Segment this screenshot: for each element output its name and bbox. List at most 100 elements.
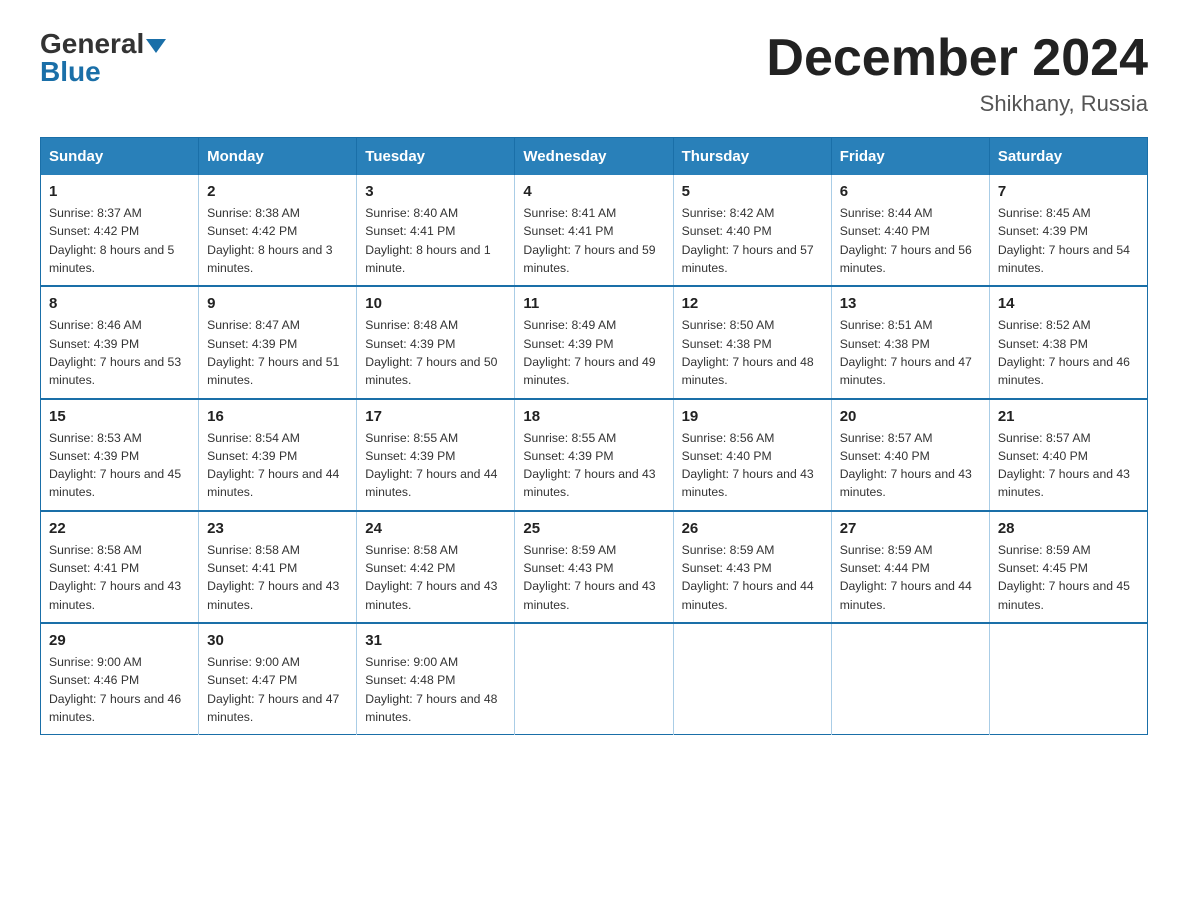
logo-triangle-icon — [146, 39, 166, 53]
table-row: 20 Sunrise: 8:57 AMSunset: 4:40 PMDaylig… — [831, 399, 989, 511]
table-row: 22 Sunrise: 8:58 AMSunset: 4:41 PMDaylig… — [41, 511, 199, 623]
day-number: 21 — [998, 408, 1139, 425]
day-info: Sunrise: 8:58 AMSunset: 4:41 PMDaylight:… — [49, 541, 190, 614]
day-info: Sunrise: 8:59 AMSunset: 4:43 PMDaylight:… — [523, 541, 664, 614]
table-row: 31 Sunrise: 9:00 AMSunset: 4:48 PMDaylig… — [357, 623, 515, 735]
day-number: 8 — [49, 295, 190, 312]
day-number: 19 — [682, 408, 823, 425]
day-info: Sunrise: 8:59 AMSunset: 4:43 PMDaylight:… — [682, 541, 823, 614]
day-number: 26 — [682, 520, 823, 537]
table-row: 14 Sunrise: 8:52 AMSunset: 4:38 PMDaylig… — [989, 286, 1147, 398]
day-number: 4 — [523, 183, 664, 200]
day-info: Sunrise: 9:00 AMSunset: 4:46 PMDaylight:… — [49, 653, 190, 726]
calendar-week-row: 1 Sunrise: 8:37 AMSunset: 4:42 PMDayligh… — [41, 175, 1148, 286]
day-info: Sunrise: 9:00 AMSunset: 4:48 PMDaylight:… — [365, 653, 506, 726]
table-row: 16 Sunrise: 8:54 AMSunset: 4:39 PMDaylig… — [199, 399, 357, 511]
col-wednesday: Wednesday — [515, 138, 673, 176]
day-info: Sunrise: 8:48 AMSunset: 4:39 PMDaylight:… — [365, 316, 506, 389]
day-info: Sunrise: 8:47 AMSunset: 4:39 PMDaylight:… — [207, 316, 348, 389]
table-row: 30 Sunrise: 9:00 AMSunset: 4:47 PMDaylig… — [199, 623, 357, 735]
day-info: Sunrise: 8:40 AMSunset: 4:41 PMDaylight:… — [365, 204, 506, 277]
day-number: 12 — [682, 295, 823, 312]
day-info: Sunrise: 8:42 AMSunset: 4:40 PMDaylight:… — [682, 204, 823, 277]
table-row: 28 Sunrise: 8:59 AMSunset: 4:45 PMDaylig… — [989, 511, 1147, 623]
table-row — [515, 623, 673, 735]
day-info: Sunrise: 8:51 AMSunset: 4:38 PMDaylight:… — [840, 316, 981, 389]
day-info: Sunrise: 8:54 AMSunset: 4:39 PMDaylight:… — [207, 429, 348, 502]
day-info: Sunrise: 8:55 AMSunset: 4:39 PMDaylight:… — [523, 429, 664, 502]
day-number: 17 — [365, 408, 506, 425]
table-row: 2 Sunrise: 8:38 AMSunset: 4:42 PMDayligh… — [199, 175, 357, 286]
calendar-week-row: 29 Sunrise: 9:00 AMSunset: 4:46 PMDaylig… — [41, 623, 1148, 735]
title-block: December 2024 Shikhany, Russia — [766, 30, 1148, 117]
day-info: Sunrise: 8:52 AMSunset: 4:38 PMDaylight:… — [998, 316, 1139, 389]
logo-text-line2: Blue — [40, 56, 101, 88]
day-number: 25 — [523, 520, 664, 537]
day-number: 10 — [365, 295, 506, 312]
day-info: Sunrise: 8:49 AMSunset: 4:39 PMDaylight:… — [523, 316, 664, 389]
table-row: 29 Sunrise: 9:00 AMSunset: 4:46 PMDaylig… — [41, 623, 199, 735]
page-header: General Blue December 2024 Shikhany, Rus… — [40, 30, 1148, 117]
day-info: Sunrise: 8:46 AMSunset: 4:39 PMDaylight:… — [49, 316, 190, 389]
table-row: 11 Sunrise: 8:49 AMSunset: 4:39 PMDaylig… — [515, 286, 673, 398]
day-number: 5 — [682, 183, 823, 200]
day-number: 30 — [207, 632, 348, 649]
table-row: 15 Sunrise: 8:53 AMSunset: 4:39 PMDaylig… — [41, 399, 199, 511]
table-row: 8 Sunrise: 8:46 AMSunset: 4:39 PMDayligh… — [41, 286, 199, 398]
calendar-week-row: 22 Sunrise: 8:58 AMSunset: 4:41 PMDaylig… — [41, 511, 1148, 623]
day-number: 22 — [49, 520, 190, 537]
day-info: Sunrise: 8:45 AMSunset: 4:39 PMDaylight:… — [998, 204, 1139, 277]
day-number: 20 — [840, 408, 981, 425]
day-info: Sunrise: 8:41 AMSunset: 4:41 PMDaylight:… — [523, 204, 664, 277]
day-number: 28 — [998, 520, 1139, 537]
day-number: 11 — [523, 295, 664, 312]
table-row: 18 Sunrise: 8:55 AMSunset: 4:39 PMDaylig… — [515, 399, 673, 511]
day-info: Sunrise: 8:53 AMSunset: 4:39 PMDaylight:… — [49, 429, 190, 502]
calendar-body: 1 Sunrise: 8:37 AMSunset: 4:42 PMDayligh… — [41, 175, 1148, 734]
col-saturday: Saturday — [989, 138, 1147, 176]
table-row: 27 Sunrise: 8:59 AMSunset: 4:44 PMDaylig… — [831, 511, 989, 623]
table-row: 17 Sunrise: 8:55 AMSunset: 4:39 PMDaylig… — [357, 399, 515, 511]
location-subtitle: Shikhany, Russia — [766, 91, 1148, 117]
day-number: 18 — [523, 408, 664, 425]
table-row — [989, 623, 1147, 735]
day-info: Sunrise: 8:56 AMSunset: 4:40 PMDaylight:… — [682, 429, 823, 502]
day-info: Sunrise: 8:58 AMSunset: 4:42 PMDaylight:… — [365, 541, 506, 614]
table-row — [673, 623, 831, 735]
col-tuesday: Tuesday — [357, 138, 515, 176]
table-row: 25 Sunrise: 8:59 AMSunset: 4:43 PMDaylig… — [515, 511, 673, 623]
day-number: 15 — [49, 408, 190, 425]
day-number: 24 — [365, 520, 506, 537]
table-row: 26 Sunrise: 8:59 AMSunset: 4:43 PMDaylig… — [673, 511, 831, 623]
day-info: Sunrise: 8:50 AMSunset: 4:38 PMDaylight:… — [682, 316, 823, 389]
day-info: Sunrise: 8:38 AMSunset: 4:42 PMDaylight:… — [207, 204, 348, 277]
logo-text-line1: General — [40, 30, 166, 58]
table-row: 19 Sunrise: 8:56 AMSunset: 4:40 PMDaylig… — [673, 399, 831, 511]
day-number: 16 — [207, 408, 348, 425]
day-number: 23 — [207, 520, 348, 537]
day-number: 9 — [207, 295, 348, 312]
calendar-week-row: 15 Sunrise: 8:53 AMSunset: 4:39 PMDaylig… — [41, 399, 1148, 511]
day-info: Sunrise: 8:44 AMSunset: 4:40 PMDaylight:… — [840, 204, 981, 277]
month-year-title: December 2024 — [766, 30, 1148, 87]
calendar-table: Sunday Monday Tuesday Wednesday Thursday… — [40, 137, 1148, 735]
table-row: 5 Sunrise: 8:42 AMSunset: 4:40 PMDayligh… — [673, 175, 831, 286]
day-info: Sunrise: 9:00 AMSunset: 4:47 PMDaylight:… — [207, 653, 348, 726]
day-number: 7 — [998, 183, 1139, 200]
table-row: 23 Sunrise: 8:58 AMSunset: 4:41 PMDaylig… — [199, 511, 357, 623]
table-row — [831, 623, 989, 735]
day-number: 3 — [365, 183, 506, 200]
table-row: 9 Sunrise: 8:47 AMSunset: 4:39 PMDayligh… — [199, 286, 357, 398]
day-number: 2 — [207, 183, 348, 200]
table-row: 13 Sunrise: 8:51 AMSunset: 4:38 PMDaylig… — [831, 286, 989, 398]
table-row: 7 Sunrise: 8:45 AMSunset: 4:39 PMDayligh… — [989, 175, 1147, 286]
table-row: 4 Sunrise: 8:41 AMSunset: 4:41 PMDayligh… — [515, 175, 673, 286]
day-number: 29 — [49, 632, 190, 649]
day-info: Sunrise: 8:59 AMSunset: 4:45 PMDaylight:… — [998, 541, 1139, 614]
day-info: Sunrise: 8:57 AMSunset: 4:40 PMDaylight:… — [998, 429, 1139, 502]
day-info: Sunrise: 8:59 AMSunset: 4:44 PMDaylight:… — [840, 541, 981, 614]
day-number: 31 — [365, 632, 506, 649]
day-number: 13 — [840, 295, 981, 312]
day-info: Sunrise: 8:57 AMSunset: 4:40 PMDaylight:… — [840, 429, 981, 502]
day-info: Sunrise: 8:37 AMSunset: 4:42 PMDaylight:… — [49, 204, 190, 277]
